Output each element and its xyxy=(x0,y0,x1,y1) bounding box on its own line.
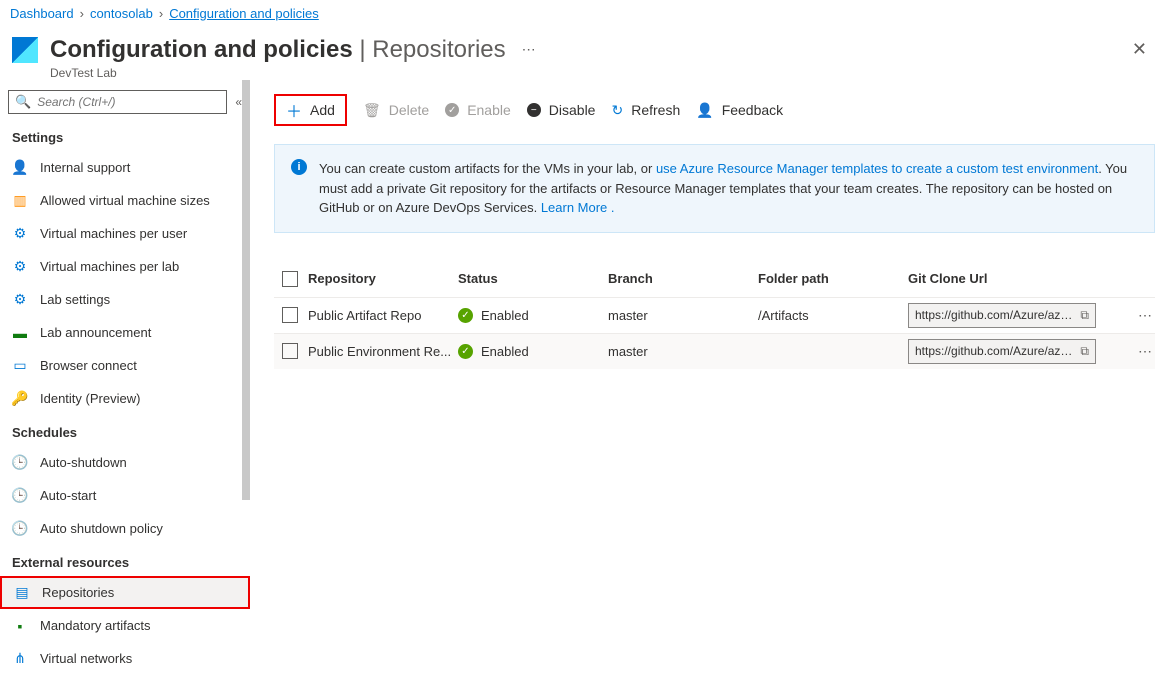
chevron-right-icon: › xyxy=(80,6,84,21)
enable-button[interactable]: ✓Enable xyxy=(445,102,511,118)
search-input-wrap[interactable]: 🔍 xyxy=(8,90,227,114)
clock-icon: 🕒 xyxy=(12,455,28,471)
row-more-icon[interactable]: ⋯ xyxy=(1138,307,1167,324)
sidebar-item-lab-settings[interactable]: ⚙Lab settings xyxy=(0,283,250,316)
more-icon[interactable]: ⋯ xyxy=(522,41,537,58)
sidebar: 🔍 « Settings 👤Internal support ▥Allowed … xyxy=(0,80,250,690)
chevron-right-icon: › xyxy=(159,6,163,21)
col-status[interactable]: Status xyxy=(458,271,608,286)
info-link-learn-more[interactable]: Learn More . xyxy=(541,200,615,215)
cell-branch: master xyxy=(608,308,758,323)
close-icon[interactable]: ✕ xyxy=(1124,31,1155,68)
vm-size-icon: ▥ xyxy=(12,193,28,209)
sidebar-item-auto-start[interactable]: 🕒Auto-start xyxy=(0,479,250,512)
sidebar-item-internal-support[interactable]: 👤Internal support xyxy=(0,151,250,184)
col-repository[interactable]: Repository xyxy=(308,271,458,286)
plus-icon: ＋ xyxy=(286,98,302,122)
cell-repo: Public Artifact Repo xyxy=(308,308,458,323)
page-subtitle: DevTest Lab xyxy=(50,66,1167,80)
breadcrumb-lab[interactable]: contosolab xyxy=(90,6,153,21)
sidebar-item-auto-shutdown[interactable]: 🕒Auto-shutdown xyxy=(0,446,250,479)
gear-icon: ⚙ xyxy=(12,226,28,242)
refresh-icon: ↻ xyxy=(611,102,623,119)
browser-icon: ▭ xyxy=(12,358,28,374)
copy-icon[interactable]: ⧉ xyxy=(1080,308,1089,323)
repos-table: Repository Status Branch Folder path Git… xyxy=(274,261,1155,369)
sidebar-item-identity[interactable]: 🔑Identity (Preview) xyxy=(0,382,250,415)
sidebar-item-auto-shutdown-policy[interactable]: 🕒Auto shutdown policy xyxy=(0,512,250,545)
add-button[interactable]: ＋Add xyxy=(274,94,347,126)
sidebar-item-vm-per-lab[interactable]: ⚙Virtual machines per lab xyxy=(0,250,250,283)
trash-icon: 🗑 xyxy=(363,102,381,119)
cell-url[interactable]: https://github.com/Azure/azure...⧉ xyxy=(908,339,1096,364)
refresh-button[interactable]: ↻Refresh xyxy=(611,102,680,119)
network-icon: ⋔ xyxy=(12,651,28,667)
cell-status: ✓Enabled xyxy=(458,344,608,359)
cell-status: ✓Enabled xyxy=(458,308,608,323)
success-icon: ✓ xyxy=(458,308,473,323)
section-external: External resources xyxy=(0,545,250,576)
clock-icon: 🕒 xyxy=(12,488,28,504)
person-icon: 👤 xyxy=(12,160,28,176)
col-branch[interactable]: Branch xyxy=(608,271,758,286)
sidebar-item-vm-per-user[interactable]: ⚙Virtual machines per user xyxy=(0,217,250,250)
info-link-arm[interactable]: use Azure Resource Manager templates to … xyxy=(656,161,1098,176)
sidebar-item-virtual-networks[interactable]: ⋔Virtual networks xyxy=(0,642,250,675)
devtestlab-icon xyxy=(12,37,38,63)
announcement-icon: ▬ xyxy=(12,325,28,341)
collapse-sidebar-icon[interactable]: « xyxy=(235,95,242,109)
gear-icon: ⚙ xyxy=(12,259,28,275)
search-icon: 🔍 xyxy=(15,94,31,110)
scrollbar[interactable] xyxy=(242,80,250,500)
breadcrumb: Dashboard › contosolab › Configuration a… xyxy=(0,0,1167,27)
main-content: ＋Add 🗑Delete ✓Enable −Disable ↻Refresh 👤… xyxy=(250,80,1167,690)
clock-icon: 🕒 xyxy=(12,521,28,537)
cell-folder: /Artifacts xyxy=(758,308,908,323)
checkbox-all[interactable] xyxy=(282,271,298,287)
cell-url[interactable]: https://github.com/Azure/azure...⧉ xyxy=(908,303,1096,328)
copy-icon[interactable]: ⧉ xyxy=(1080,344,1089,359)
artifact-icon: ▪ xyxy=(12,618,28,634)
toolbar: ＋Add 🗑Delete ✓Enable −Disable ↻Refresh 👤… xyxy=(274,80,1155,144)
key-icon: 🔑 xyxy=(12,391,28,407)
col-url[interactable]: Git Clone Url xyxy=(908,271,1138,286)
sidebar-item-browser-connect[interactable]: ▭Browser connect xyxy=(0,349,250,382)
sidebar-item-repositories[interactable]: ▤Repositories xyxy=(0,576,250,609)
info-banner: i You can create custom artifacts for th… xyxy=(274,144,1155,233)
table-row[interactable]: Public Artifact Repo ✓Enabled master /Ar… xyxy=(274,297,1155,333)
section-settings: Settings xyxy=(0,120,250,151)
feedback-button[interactable]: 👤Feedback xyxy=(696,102,783,119)
table-header: Repository Status Branch Folder path Git… xyxy=(274,261,1155,297)
breadcrumb-current[interactable]: Configuration and policies xyxy=(169,6,319,21)
sidebar-item-lab-announcement[interactable]: ▬Lab announcement xyxy=(0,316,250,349)
breadcrumb-dashboard[interactable]: Dashboard xyxy=(10,6,74,21)
feedback-icon: 👤 xyxy=(696,102,713,119)
gear-icon: ⚙ xyxy=(12,292,28,308)
success-icon: ✓ xyxy=(458,344,473,359)
info-icon: i xyxy=(291,159,307,175)
checkbox[interactable] xyxy=(282,343,298,359)
check-icon: ✓ xyxy=(445,103,459,117)
page-header: Configuration and policies | Repositorie… xyxy=(0,27,1167,68)
sidebar-item-mandatory-artifacts[interactable]: ▪Mandatory artifacts xyxy=(0,609,250,642)
checkbox[interactable] xyxy=(282,307,298,323)
disable-button[interactable]: −Disable xyxy=(527,102,596,118)
page-title: Configuration and policies | Repositorie… xyxy=(50,36,506,64)
search-input[interactable] xyxy=(37,95,220,109)
row-more-icon[interactable]: ⋯ xyxy=(1138,343,1167,360)
cell-repo: Public Environment Re... xyxy=(308,344,458,359)
col-folder[interactable]: Folder path xyxy=(758,271,908,286)
disable-icon: − xyxy=(527,103,541,117)
cell-branch: master xyxy=(608,344,758,359)
section-schedules: Schedules xyxy=(0,415,250,446)
sidebar-item-allowed-sizes[interactable]: ▥Allowed virtual machine sizes xyxy=(0,184,250,217)
repo-icon: ▤ xyxy=(14,585,30,601)
delete-button[interactable]: 🗑Delete xyxy=(363,102,429,119)
table-row[interactable]: Public Environment Re... ✓Enabled master… xyxy=(274,333,1155,369)
